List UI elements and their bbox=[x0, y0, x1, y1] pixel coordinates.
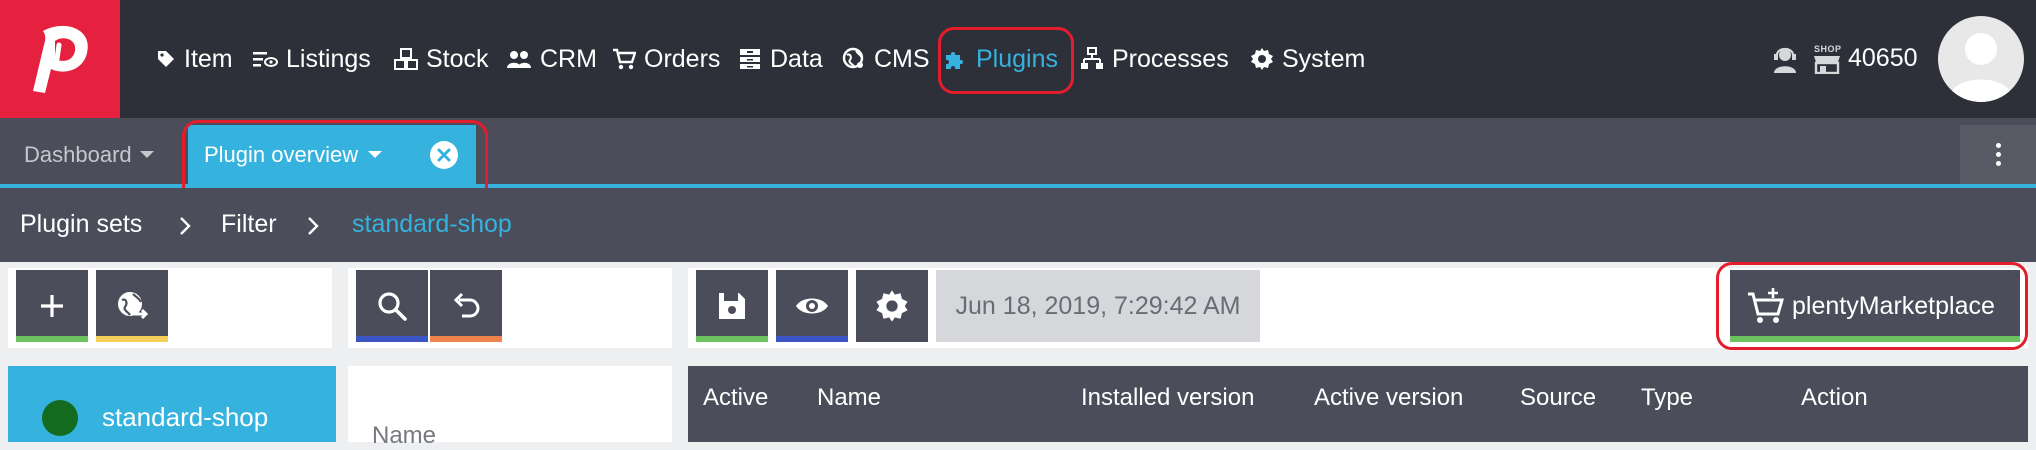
button-accent-bar bbox=[96, 336, 168, 342]
cart-icon bbox=[612, 48, 636, 70]
search-actions-panel bbox=[348, 268, 672, 348]
plugin-set-item-standard-shop[interactable]: standard-shop bbox=[8, 366, 336, 442]
nav-item-item[interactable]: Item bbox=[156, 38, 233, 80]
name-filter-label: Name bbox=[372, 422, 437, 449]
column-header-type[interactable]: Type bbox=[1641, 384, 1693, 412]
gear-icon bbox=[876, 290, 908, 322]
tag-icon bbox=[156, 49, 176, 69]
nav-item-plugins[interactable]: Plugins bbox=[944, 38, 1058, 80]
column-header-action[interactable]: Action bbox=[1801, 384, 1868, 412]
nav-item-label: System bbox=[1282, 44, 1366, 73]
nav-item-processes[interactable]: Processes bbox=[1080, 38, 1229, 80]
column-header-active-version[interactable]: Active version bbox=[1314, 384, 1463, 412]
sitemap-icon bbox=[1080, 47, 1104, 71]
nav-item-label: CMS bbox=[874, 44, 930, 73]
nav-item-label: Plugins bbox=[976, 44, 1058, 73]
gear-icon bbox=[1250, 47, 1274, 71]
status-active-indicator bbox=[42, 400, 78, 436]
user-avatar-icon bbox=[1948, 33, 2014, 102]
plenty-logo[interactable] bbox=[0, 0, 120, 118]
button-accent-bar bbox=[776, 336, 848, 342]
nav-item-label: Listings bbox=[286, 44, 371, 73]
nav-item-label: Item bbox=[184, 44, 233, 73]
filter-panel: Name bbox=[348, 366, 672, 449]
users-icon bbox=[506, 49, 532, 69]
nav-item-crm[interactable]: CRM bbox=[506, 38, 597, 80]
avatar[interactable] bbox=[1938, 16, 2024, 102]
search-icon bbox=[378, 292, 407, 321]
tab-label: Dashboard bbox=[24, 141, 132, 167]
shop-icon: SHOP bbox=[1812, 44, 1842, 74]
save-icon bbox=[719, 293, 745, 319]
support-agent-icon[interactable] bbox=[1770, 44, 1800, 79]
caret-down-icon[interactable] bbox=[368, 151, 383, 158]
breadcrumb-standard-shop[interactable]: standard-shop bbox=[352, 210, 512, 239]
plenty-logo-icon bbox=[33, 25, 88, 93]
puzzle-icon bbox=[944, 47, 968, 71]
nav-item-label: Stock bbox=[426, 44, 489, 73]
nav-item-stock[interactable]: Stock bbox=[394, 38, 489, 80]
cubes-icon bbox=[394, 48, 418, 70]
close-tab-icon[interactable] bbox=[430, 141, 458, 169]
plugin-set-name: standard-shop bbox=[102, 402, 269, 432]
column-header-active[interactable]: Active bbox=[703, 384, 768, 412]
plenty-marketplace-button[interactable]: plentyMarketplace bbox=[1730, 270, 2020, 342]
globe-link-icon bbox=[118, 292, 149, 320]
link-client-button[interactable] bbox=[96, 270, 168, 342]
nav-item-label: Data bbox=[770, 44, 823, 73]
nav-item-label: Orders bbox=[644, 44, 721, 73]
listings-icon bbox=[252, 49, 278, 69]
breadcrumb-plugin-sets[interactable]: Plugin sets bbox=[20, 210, 142, 239]
tab-plugin-overview[interactable]: Plugin overview bbox=[188, 125, 476, 184]
timestamp-text: Jun 18, 2019, 7:29:42 AM bbox=[955, 291, 1241, 320]
kebab-menu-icon bbox=[1995, 143, 2001, 166]
caret-down-icon[interactable] bbox=[139, 151, 154, 158]
eye-icon bbox=[796, 298, 828, 314]
nav-item-cms[interactable]: CMS bbox=[842, 38, 930, 80]
button-accent-bar bbox=[430, 336, 502, 342]
settings-button[interactable] bbox=[856, 270, 928, 342]
button-accent-bar bbox=[1730, 336, 2020, 342]
archive-icon bbox=[738, 48, 762, 70]
nav-item-orders[interactable]: Orders bbox=[612, 38, 720, 80]
chevron-right-icon bbox=[178, 216, 192, 241]
breadcrumb-filter[interactable]: Filter bbox=[221, 210, 277, 239]
button-accent-bar bbox=[356, 336, 428, 342]
nav-item-label: CRM bbox=[540, 44, 597, 73]
tabs-bar: Dashboard Plugin overview bbox=[0, 118, 2036, 188]
main-toolbar-panel: Jun 18, 2019, 7:29:42 AM plentyMarketpla… bbox=[688, 268, 2028, 348]
nav-item-system[interactable]: System bbox=[1250, 38, 1365, 80]
undo-icon bbox=[453, 292, 480, 318]
column-header-installed-version[interactable]: Installed version bbox=[1081, 384, 1254, 412]
nav-item-data[interactable]: Data bbox=[738, 38, 823, 80]
button-accent-bar bbox=[696, 336, 768, 342]
nav-item-label: Processes bbox=[1112, 44, 1229, 73]
tab-label: Plugin overview bbox=[204, 141, 359, 167]
chevron-right-icon bbox=[306, 216, 320, 241]
save-button[interactable] bbox=[696, 270, 768, 342]
preview-button[interactable] bbox=[776, 270, 848, 342]
column-header-name[interactable]: Name bbox=[817, 384, 881, 412]
search-button[interactable] bbox=[356, 270, 428, 342]
cart-plus-icon bbox=[1748, 288, 1784, 323]
shop-badge-label: SHOP bbox=[1814, 44, 1842, 54]
plus-icon bbox=[41, 295, 63, 317]
nav-item-listings[interactable]: Listings bbox=[252, 38, 371, 80]
marketplace-label: plentyMarketplace bbox=[1792, 291, 1995, 320]
reset-button[interactable] bbox=[430, 270, 502, 342]
button-accent-bar bbox=[16, 336, 88, 342]
shop-id: 40650 bbox=[1848, 44, 1918, 72]
breadcrumb: Plugin sets Filter standard-shop bbox=[0, 188, 2036, 262]
add-plugin-set-button[interactable] bbox=[16, 270, 88, 342]
globe-icon bbox=[842, 47, 866, 71]
last-saved-timestamp: Jun 18, 2019, 7:29:42 AM bbox=[936, 270, 1260, 342]
column-header-source[interactable]: Source bbox=[1520, 384, 1596, 412]
more-options-button[interactable] bbox=[1960, 125, 2036, 184]
top-navigation: Item Listings Stock CRM Orders Data CMS … bbox=[0, 0, 2036, 118]
plugin-set-actions-panel bbox=[8, 268, 332, 348]
tab-dashboard[interactable]: Dashboard bbox=[0, 125, 182, 184]
